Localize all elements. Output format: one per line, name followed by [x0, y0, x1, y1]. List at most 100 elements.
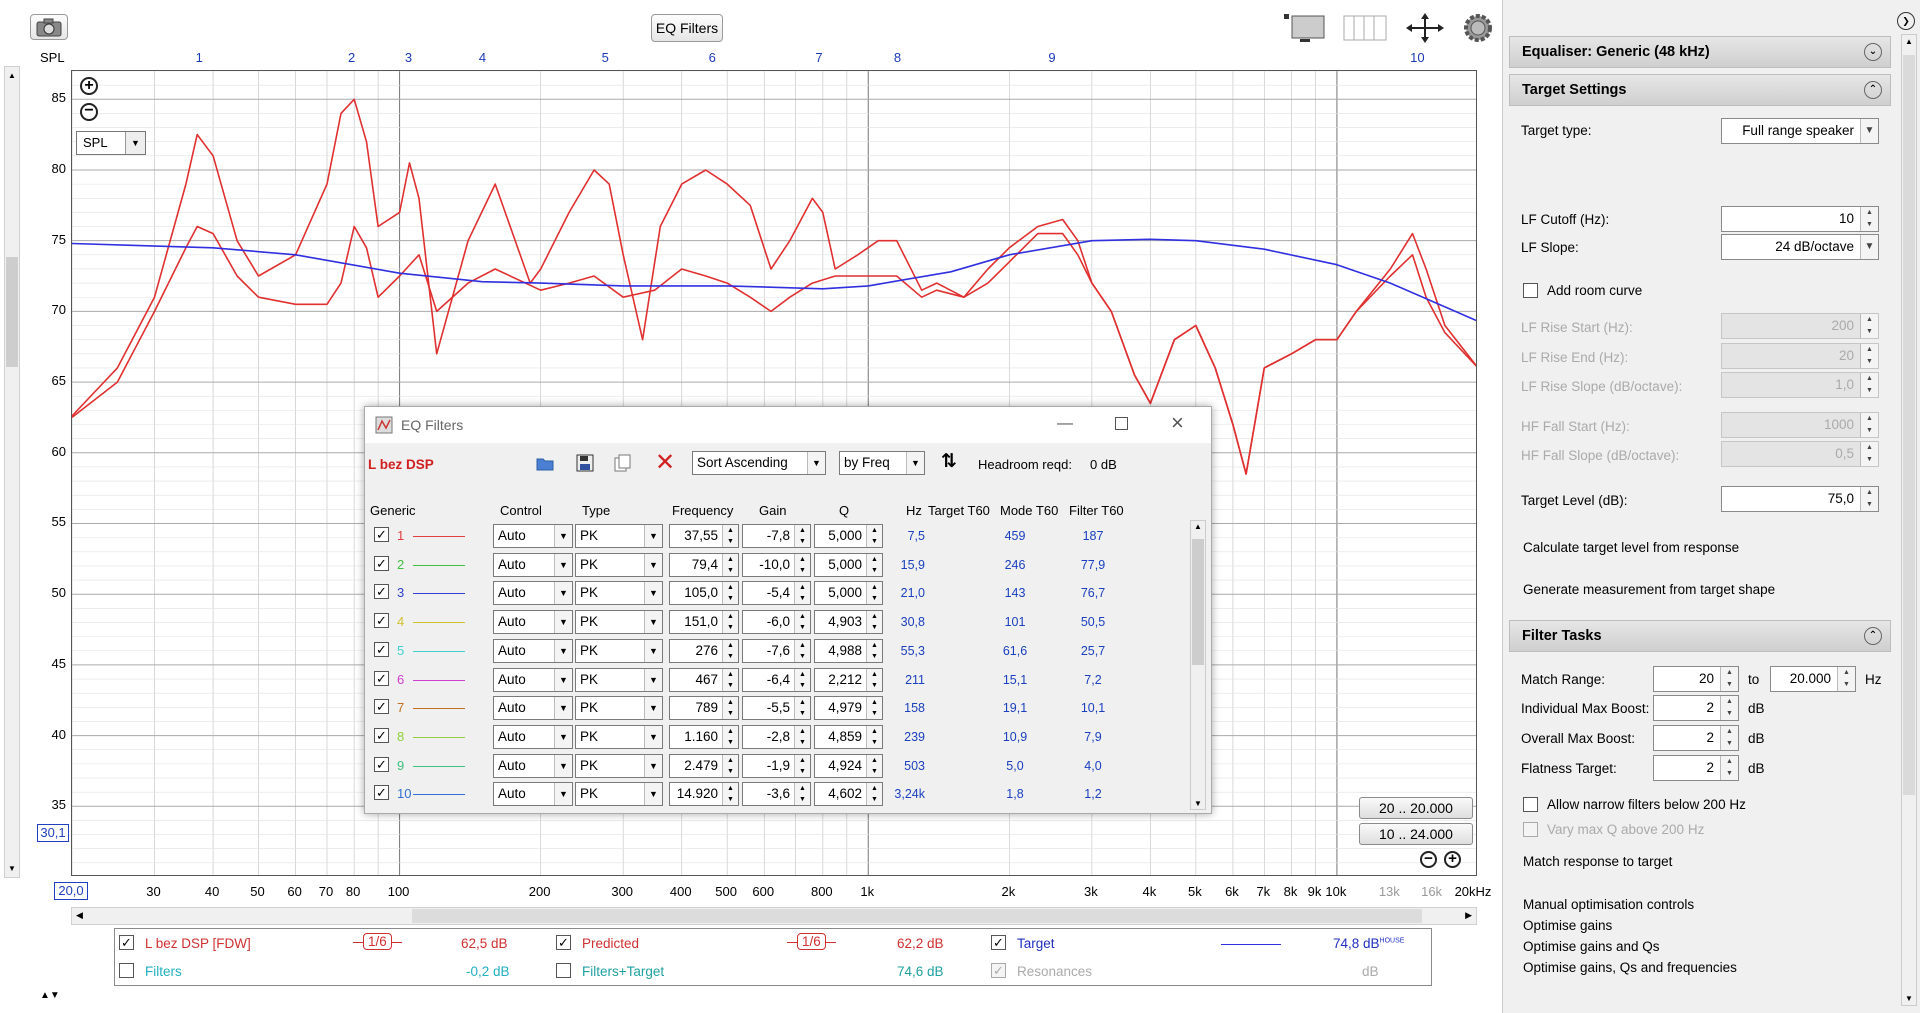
generate-measurement-button[interactable]: Generate measurement from target shape	[1523, 582, 1775, 597]
filter-enable-checkbox[interactable]: ✓	[374, 641, 389, 657]
scroll-right-icon[interactable]: ▶	[1465, 910, 1472, 921]
filter-type-dropdown[interactable]: PK ▼	[575, 782, 663, 807]
ind-max-boost-field[interactable]: 2 ▲ ▼	[1653, 695, 1739, 721]
filter-gain-field[interactable]: -5,5 ▲ ▼	[742, 696, 811, 721]
filter-q-field[interactable]: 5,000 ▲ ▼	[814, 581, 883, 606]
spinner-icon[interactable]: ▲ ▼	[722, 525, 738, 547]
filter-q-field[interactable]: 4,859 ▲ ▼	[814, 724, 883, 749]
save-icon[interactable]	[575, 453, 595, 473]
filter-gain-field[interactable]: -7,6 ▲ ▼	[742, 638, 811, 663]
filter-type-dropdown[interactable]: PK ▼	[575, 581, 663, 606]
spinner-icon[interactable]: ▲ ▼	[722, 639, 738, 662]
scroll-down-icon[interactable]: ▼	[1194, 799, 1202, 808]
spinner-icon[interactable]: ▲ ▼	[794, 553, 810, 576]
filter-gain-field[interactable]: -1,9 ▲ ▼	[742, 753, 811, 778]
filter-type-dropdown[interactable]: PK ▼	[575, 667, 663, 692]
collapse-chevron-icon[interactable]: ⌃	[1864, 627, 1882, 645]
filter-control-dropdown[interactable]: Auto ▼	[493, 782, 573, 807]
optimise-gains-qs-freqs-button[interactable]: Optimise gains, Qs and frequencies	[1523, 960, 1737, 975]
spinner-icon[interactable]: ▲ ▼	[794, 668, 810, 691]
scroll-up-icon[interactable]: ▲	[1194, 522, 1202, 531]
lf-cutoff-field[interactable]: 10 ▲ ▼	[1721, 206, 1879, 232]
filter-q-field[interactable]: 5,000 ▲ ▼	[814, 552, 883, 577]
filter-control-dropdown[interactable]: Auto ▼	[493, 638, 573, 663]
optimise-gains-button[interactable]: Optimise gains	[1523, 918, 1612, 933]
close-icon[interactable]: ×	[1171, 410, 1184, 436]
spinner-icon[interactable]: ▲ ▼	[722, 783, 738, 806]
spinner-icon[interactable]: ▲ ▼	[794, 697, 810, 720]
filter-frequency-field[interactable]: 79,4 ▲ ▼	[669, 552, 739, 577]
target-settings-header[interactable]: Target Settings ⌃	[1509, 74, 1891, 106]
spinner-icon[interactable]: ▲ ▼	[722, 754, 738, 777]
expand-chevron-icon[interactable]: ⌄	[1864, 43, 1882, 61]
collapse-chevron-icon[interactable]: ⌃	[1864, 81, 1882, 99]
filter-marker[interactable]: 10	[1410, 50, 1424, 65]
eq-window-titlebar[interactable]: EQ Filters — ×	[365, 407, 1211, 443]
collapse-panel-icon[interactable]: ❯	[1897, 12, 1915, 30]
flatness-target-field[interactable]: 2 ▲ ▼	[1653, 755, 1739, 781]
filter-marker[interactable]: 6	[709, 50, 716, 65]
horizontal-scrollbar[interactable]: ◀ ▶	[71, 907, 1477, 925]
allow-narrow-label[interactable]: Allow narrow filters below 200 Hz	[1547, 797, 1746, 812]
spinner-icon[interactable]: ▲ ▼	[722, 611, 738, 634]
range-10-24000-button[interactable]: 10 .. 24.000	[1359, 823, 1473, 845]
spinner-icon[interactable]: ▲ ▼	[722, 582, 738, 605]
filter-gain-field[interactable]: -3,6 ▲ ▼	[742, 782, 811, 807]
eq-filters-button[interactable]: EQ Filters	[651, 14, 723, 42]
spinner-icon[interactable]: ▲ ▼	[722, 697, 738, 720]
filter-enable-checkbox[interactable]: ✓	[374, 785, 389, 801]
scroll-thumb[interactable]	[1903, 55, 1915, 795]
spinner-icon[interactable]: ▲ ▼	[794, 611, 810, 634]
filter-marker[interactable]: 3	[405, 50, 412, 65]
spinner-icon[interactable]: ▲ ▼	[722, 668, 738, 691]
target-level-field[interactable]: 75,0 ▲ ▼	[1721, 486, 1879, 512]
open-folder-icon[interactable]	[535, 453, 555, 473]
filter-marker[interactable]: 4	[479, 50, 486, 65]
spinner-icon[interactable]: ▲ ▼	[1860, 487, 1878, 511]
legend-checkbox-predicted[interactable]: ✓	[556, 935, 571, 950]
h-scroll-thumb[interactable]	[412, 909, 1422, 923]
filter-list-scrollbar[interactable]: ▲ ▼	[1190, 520, 1206, 810]
filter-gain-field[interactable]: -7,8 ▲ ▼	[742, 524, 811, 548]
filter-type-dropdown[interactable]: PK ▼	[575, 638, 663, 663]
legend-label-predicted[interactable]: Predicted	[582, 936, 639, 951]
sort-toggle-icon[interactable]: ⇅	[941, 450, 957, 473]
delete-icon[interactable]: ✕	[655, 448, 675, 477]
spinner-icon[interactable]: ▲ ▼	[794, 525, 810, 547]
filter-marker[interactable]: 8	[894, 50, 901, 65]
filter-frequency-field[interactable]: 276 ▲ ▼	[669, 638, 739, 663]
allow-narrow-checkbox[interactable]	[1523, 797, 1538, 812]
filter-control-dropdown[interactable]: Auto ▼	[493, 724, 573, 749]
filter-gain-field[interactable]: -2,8 ▲ ▼	[742, 724, 811, 749]
filter-control-dropdown[interactable]: Auto ▼	[493, 552, 573, 577]
filter-q-field[interactable]: 4,903 ▲ ▼	[814, 610, 883, 635]
equaliser-header[interactable]: Equaliser: Generic (48 kHz) ⌄	[1509, 36, 1891, 68]
filter-gain-field[interactable]: -6,4 ▲ ▼	[742, 667, 811, 692]
filter-q-field[interactable]: 4,924 ▲ ▼	[814, 753, 883, 778]
filter-enable-checkbox[interactable]: ✓	[374, 699, 389, 715]
spinner-icon[interactable]: ▲ ▼	[1837, 667, 1855, 691]
filter-enable-checkbox[interactable]: ✓	[374, 727, 389, 743]
maximize-icon[interactable]	[1115, 417, 1128, 430]
legend-label-filters[interactable]: Filters	[145, 964, 182, 979]
legend-label-filters-target[interactable]: Filters+Target	[582, 964, 664, 979]
filter-q-field[interactable]: 4,988 ▲ ▼	[814, 638, 883, 663]
zoom-in-icon[interactable]: +	[80, 77, 98, 95]
legend-label-target[interactable]: Target	[1017, 936, 1055, 951]
filter-marker[interactable]: 7	[815, 50, 822, 65]
legend-checkbox-target[interactable]: ✓	[991, 935, 1006, 950]
filter-q-field[interactable]: 5,000 ▲ ▼	[814, 524, 883, 548]
filter-control-dropdown[interactable]: Auto ▼	[493, 753, 573, 778]
spinner-icon[interactable]: ▲ ▼	[1860, 207, 1878, 231]
add-room-curve-checkbox[interactable]	[1523, 283, 1538, 298]
legend-label-measurement[interactable]: L bez DSP [FDW]	[145, 936, 251, 951]
filter-frequency-field[interactable]: 105,0 ▲ ▼	[669, 581, 739, 606]
spinner-icon[interactable]: ▲ ▼	[794, 639, 810, 662]
match-range-to-field[interactable]: 20.000 ▲ ▼	[1770, 666, 1856, 692]
spinner-icon[interactable]: ▲ ▼	[794, 725, 810, 748]
legend-checkbox-filters[interactable]	[119, 963, 134, 978]
filter-type-dropdown[interactable]: PK ▼	[575, 524, 663, 548]
filter-marker[interactable]: 9	[1048, 50, 1055, 65]
add-room-curve-label[interactable]: Add room curve	[1547, 283, 1642, 298]
sort-by-dropdown[interactable]: by Freq ▼	[839, 451, 925, 475]
